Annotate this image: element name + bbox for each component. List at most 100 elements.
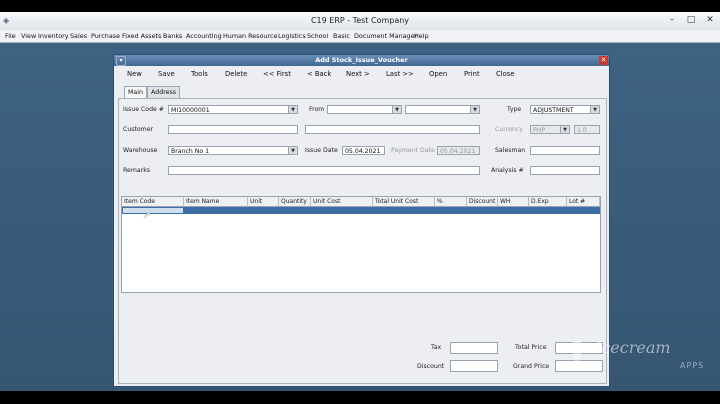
issue-code-value: MI10000001 — [171, 107, 210, 114]
menu-banks[interactable]: Banks — [163, 30, 182, 42]
table-row[interactable] — [122, 207, 600, 214]
menu-view[interactable]: View — [21, 30, 36, 42]
save-button[interactable]: Save — [158, 67, 175, 82]
chevron-down-icon: ▼ — [560, 126, 569, 133]
mouse-cursor-icon: ➚ — [143, 210, 152, 221]
tab-main[interactable]: Main — [124, 86, 148, 98]
close-button[interactable]: Close — [496, 67, 515, 82]
payment-date-field: 05.04.2021 — [437, 146, 480, 155]
back-button[interactable]: < Back — [307, 67, 331, 82]
issue-date-label: Issue Date — [305, 147, 338, 154]
grand-price-label: Grand Price — [513, 363, 550, 370]
icecream-logo-icon — [570, 340, 584, 368]
warehouse-label: Warehouse — [123, 147, 158, 154]
selected-cell[interactable] — [122, 207, 184, 214]
chevron-down-icon[interactable]: ▼ — [470, 106, 479, 113]
main-panel: Issue Code # MI10000001 ▼ From ▼ ▼ Type … — [118, 98, 607, 384]
letterbox-bottom — [0, 391, 720, 404]
from-label: From — [309, 106, 325, 113]
issue-date-value: 05.04.2021 — [345, 148, 381, 155]
currency-value: PHP — [533, 127, 546, 134]
type-label: Type — [507, 106, 522, 113]
discount-label: Discount — [417, 363, 445, 370]
payment-date-label: Payment Date — [391, 147, 435, 154]
menu-document-manager[interactable]: Document Manager — [354, 30, 417, 42]
analysis-label: Analysis # — [491, 167, 524, 174]
customer-label: Customer — [123, 126, 154, 133]
app-title: C19 ERP - Test Company — [310, 16, 410, 25]
dialog-tabs: Main Address — [114, 86, 609, 98]
currency-rate-field: 1.0 — [574, 125, 600, 134]
col-d-exp[interactable]: D.Exp — [529, 197, 567, 206]
analysis-field[interactable] — [530, 166, 600, 175]
col-discount[interactable]: Discount — [467, 197, 498, 206]
col-wh[interactable]: WH — [498, 197, 529, 206]
menu-file[interactable]: File — [5, 30, 16, 42]
print-button[interactable]: Print — [464, 67, 480, 82]
menu-human-resource[interactable]: Human Resource — [223, 30, 277, 42]
menu-basic[interactable]: Basic — [333, 30, 350, 42]
grid-header: Item Code Item Name Unit Quantity Unit C… — [122, 197, 600, 207]
tools-button[interactable]: Tools — [191, 67, 208, 82]
col-quantity[interactable]: Quantity — [279, 197, 311, 206]
currency-label: Currency — [495, 126, 523, 133]
col-unit-cost[interactable]: Unit Cost — [311, 197, 373, 206]
open-button[interactable]: Open — [429, 67, 447, 82]
stock-issue-voucher-dialog: ▾ Add Stock_Issue_Voucher ✕ New Save Too… — [113, 54, 610, 387]
customer-code-field[interactable] — [168, 125, 298, 134]
remarks-label: Remarks — [123, 167, 150, 174]
from-select[interactable]: ▼ — [327, 105, 402, 114]
issue-code-label: Issue Code # — [123, 106, 164, 113]
discount-field[interactable] — [450, 360, 498, 372]
dialog-menu-icon[interactable]: ▾ — [116, 56, 126, 66]
chevron-down-icon[interactable]: ▼ — [590, 106, 599, 113]
payment-date-value: 05.04.2021 — [440, 148, 476, 155]
chevron-down-icon[interactable]: ▼ — [288, 147, 297, 154]
chevron-down-icon[interactable]: ▼ — [392, 106, 401, 113]
from-select-2[interactable]: ▼ — [405, 105, 480, 114]
menu-sales[interactable]: Sales — [70, 30, 87, 42]
tab-address[interactable]: Address — [147, 86, 181, 98]
menu-purchase[interactable]: Purchase — [91, 30, 120, 42]
col-unit[interactable]: Unit — [248, 197, 279, 206]
col-item-code[interactable]: Item Code — [122, 197, 184, 206]
new-button[interactable]: New — [127, 67, 142, 82]
menu-accounting[interactable]: Accounting — [186, 30, 222, 42]
screen: ◈ C19 ERP - Test Company – □ ✕ File View… — [0, 0, 720, 404]
dialog-close-icon[interactable]: ✕ — [599, 56, 608, 65]
watermark-brand: Icecream — [595, 338, 671, 357]
close-window-button[interactable]: ✕ — [702, 14, 718, 27]
issue-code-field[interactable]: MI10000001 ▼ — [168, 105, 298, 114]
salesman-label: Salesman — [495, 147, 526, 154]
menu-help[interactable]: Help — [414, 30, 429, 42]
tax-field[interactable] — [450, 342, 498, 354]
issue-date-field[interactable]: 05.04.2021 — [342, 146, 385, 155]
col-lot[interactable]: Lot # — [567, 197, 600, 206]
dialog-toolbar: New Save Tools Delete << First < Back Ne… — [114, 67, 609, 82]
customer-name-field[interactable] — [305, 125, 480, 134]
letterbox-top — [0, 0, 720, 12]
next-button[interactable]: Next > — [346, 67, 370, 82]
app-titlebar: ◈ C19 ERP - Test Company – □ ✕ — [0, 12, 720, 31]
warehouse-select[interactable]: Branch No 1 ▼ — [168, 146, 298, 155]
menu-fixed-assets[interactable]: Fixed Assets — [122, 30, 161, 42]
col-total-unit-cost[interactable]: Total Unit Cost — [373, 197, 435, 206]
col-item-name[interactable]: Item Name — [184, 197, 248, 206]
last-button[interactable]: Last >> — [386, 67, 414, 82]
delete-button[interactable]: Delete — [225, 67, 247, 82]
chevron-down-icon[interactable]: ▼ — [288, 106, 297, 113]
type-select[interactable]: ADJUSTMENT ▼ — [530, 105, 600, 114]
menu-logistics[interactable]: Logistics — [278, 30, 306, 42]
first-button[interactable]: << First — [263, 67, 291, 82]
menu-inventory[interactable]: Inventory — [38, 30, 69, 42]
minimize-button[interactable]: – — [664, 14, 680, 27]
items-grid[interactable]: Item Code Item Name Unit Quantity Unit C… — [121, 196, 601, 293]
col-percent[interactable]: % — [435, 197, 467, 206]
maximize-button[interactable]: □ — [683, 14, 699, 27]
remarks-field[interactable] — [168, 166, 480, 175]
dialog-title: Add Stock_Issue_Voucher — [315, 56, 408, 64]
salesman-field[interactable] — [530, 146, 600, 155]
currency-select: PHP ▼ — [530, 125, 570, 134]
warehouse-value: Branch No 1 — [171, 148, 210, 155]
menu-school[interactable]: School — [307, 30, 328, 42]
